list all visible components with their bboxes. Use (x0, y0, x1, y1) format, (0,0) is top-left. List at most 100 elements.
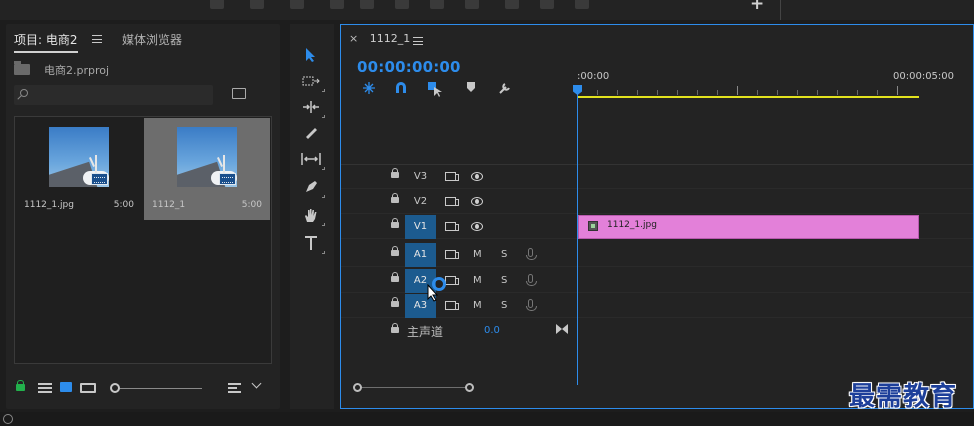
timeline-clip[interactable]: 1112_1.jpg (578, 215, 919, 239)
sequence-icon (219, 173, 236, 185)
scrollbar-handle-left[interactable] (353, 383, 362, 392)
marker-icon[interactable] (210, 0, 224, 9)
icon-view-icon[interactable] (60, 382, 72, 392)
microphone-icon[interactable] (526, 274, 537, 286)
search-input[interactable] (14, 85, 213, 105)
mute-button[interactable]: M (473, 294, 482, 318)
lock-icon[interactable] (16, 380, 25, 391)
ruler-tick (797, 90, 798, 95)
add-marker-icon[interactable] (463, 81, 479, 97)
eye-icon[interactable] (471, 172, 483, 181)
sync-lock-icon[interactable] (445, 172, 459, 181)
scrollbar-handle-right[interactable] (465, 383, 474, 392)
sync-lock-icon[interactable] (445, 301, 459, 310)
wrench-icon[interactable] (497, 81, 513, 97)
master-volume[interactable]: 0.0 (484, 325, 500, 336)
eye-icon[interactable] (471, 222, 483, 231)
slip-tool-icon[interactable] (300, 148, 325, 170)
tab-media-browser[interactable]: 媒体浏览器 (122, 31, 182, 48)
horizontal-zoom-scrollbar[interactable] (355, 387, 471, 388)
lock-icon[interactable] (391, 168, 399, 178)
microphone-icon[interactable] (526, 299, 537, 311)
add-button-icon[interactable]: + (750, 0, 764, 14)
ripple-edit-tool-icon[interactable] (300, 96, 325, 118)
track-a1[interactable]: A1 M S (341, 243, 973, 267)
lock-icon[interactable] (391, 246, 399, 256)
sync-lock-icon[interactable] (445, 250, 459, 259)
ruler-tick (617, 90, 618, 95)
track-label[interactable]: A1 (405, 243, 436, 267)
cursor-icon (427, 284, 439, 302)
track-select-tool-icon[interactable] (300, 70, 325, 92)
list-view-icon[interactable] (38, 383, 52, 393)
nest-icon[interactable] (361, 81, 377, 97)
track-label[interactable]: V1 (405, 215, 436, 239)
lock-icon[interactable] (391, 218, 399, 228)
sort-icon[interactable] (228, 383, 241, 393)
timecode-display[interactable]: 00:00:00:00 (357, 58, 461, 76)
type-tool-icon[interactable] (300, 232, 325, 254)
tab-sequence[interactable]: × 1112_1 (349, 32, 410, 45)
track-v3[interactable]: V3 (341, 165, 973, 189)
hand-tool-icon[interactable] (300, 204, 325, 226)
step-forward-icon[interactable] (430, 0, 444, 9)
chevron-down-icon[interactable] (251, 378, 262, 389)
sync-lock-icon[interactable] (445, 197, 459, 206)
snap-icon[interactable] (393, 81, 409, 97)
zoom-slider-track[interactable] (112, 388, 202, 389)
ruler-tick (837, 90, 838, 95)
find-icon[interactable] (232, 88, 246, 99)
clip-label: 1112_1.jpg (607, 220, 657, 230)
ruler-tick (877, 90, 878, 95)
pen-tool-icon[interactable] (300, 176, 325, 198)
track-label[interactable]: V3 (405, 165, 436, 189)
freeform-view-icon[interactable] (80, 383, 96, 393)
work-area-bar[interactable] (578, 96, 919, 98)
play-icon[interactable] (395, 0, 409, 9)
lock-icon[interactable] (391, 272, 399, 282)
tab-project[interactable]: 项目: 电商2 (14, 31, 78, 53)
selection-tool-icon[interactable] (300, 44, 322, 66)
divider (780, 0, 781, 20)
lock-icon[interactable] (391, 323, 399, 333)
timeline-panel: × 1112_1 00:00:00:00 :00:00 00:00:05:00 … (340, 24, 974, 409)
lock-icon[interactable] (391, 193, 399, 203)
time-ruler[interactable] (577, 85, 917, 95)
solo-button[interactable]: S (501, 243, 507, 267)
panel-menu-icon[interactable] (92, 35, 102, 43)
project-file: 电商2.prproj (14, 61, 214, 77)
zoom-slider-knob[interactable] (110, 383, 120, 393)
go-to-in-icon[interactable] (330, 0, 344, 9)
project-item[interactable]: 1112_1.jpg 5:00 (16, 118, 142, 220)
in-point-icon[interactable] (250, 0, 264, 9)
status-icon (3, 414, 13, 424)
linked-selection-icon[interactable] (427, 81, 443, 97)
microphone-icon[interactable] (526, 248, 537, 260)
export-frame-icon[interactable] (575, 0, 589, 9)
mute-button[interactable]: M (473, 243, 482, 267)
track-label[interactable]: V2 (405, 190, 436, 214)
ruler-tick (637, 90, 638, 95)
project-item-selected[interactable]: 1112_1 5:00 (144, 118, 270, 220)
out-point-icon[interactable] (290, 0, 304, 9)
overwrite-icon[interactable] (540, 0, 554, 9)
eye-icon[interactable] (471, 197, 483, 206)
lock-icon[interactable] (391, 297, 399, 307)
sync-lock-icon[interactable] (445, 276, 459, 285)
track-v2[interactable]: V2 (341, 190, 973, 214)
ruler-tick (897, 86, 898, 95)
solo-button[interactable]: S (501, 294, 507, 318)
step-back-icon[interactable] (360, 0, 374, 9)
mute-button[interactable]: M (473, 269, 482, 293)
folder-icon (14, 61, 30, 75)
razor-tool-icon[interactable] (300, 122, 322, 144)
thumbnail (49, 127, 109, 187)
solo-button[interactable]: S (501, 269, 507, 293)
sync-lock-icon[interactable] (445, 222, 459, 231)
insert-icon[interactable] (505, 0, 519, 9)
master-track[interactable]: 主声道 0.0 (341, 319, 973, 343)
panel-menu-icon[interactable] (413, 37, 423, 45)
go-to-out-icon[interactable] (465, 0, 479, 9)
close-icon[interactable]: × (349, 32, 358, 45)
go-to-end-icon[interactable] (556, 324, 568, 334)
